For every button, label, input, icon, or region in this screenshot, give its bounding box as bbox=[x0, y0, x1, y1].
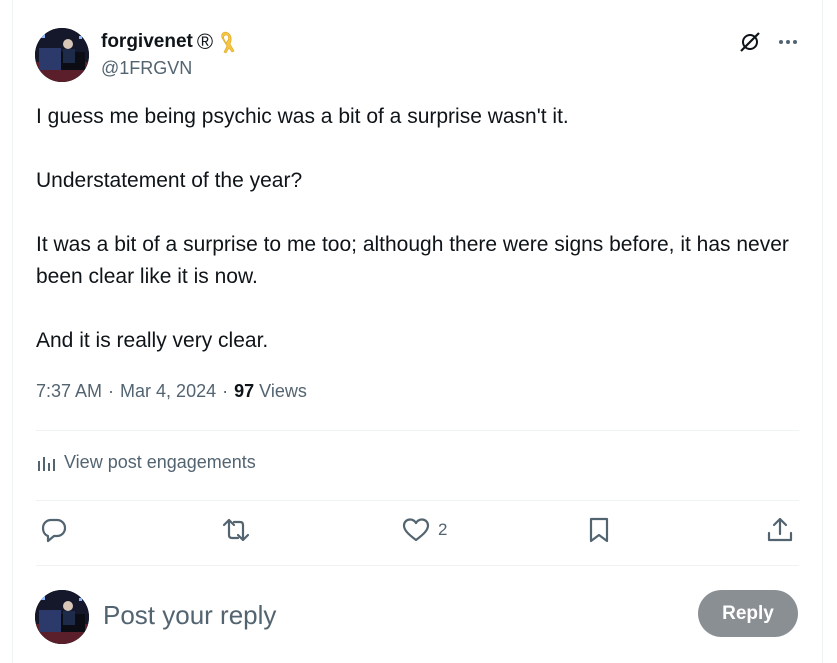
views: 97 Views bbox=[234, 381, 307, 402]
post-time[interactable]: 7:37 AM bbox=[36, 381, 102, 402]
share-icon bbox=[767, 517, 793, 542]
post-paragraph: Understatement of the year? bbox=[36, 169, 303, 192]
view-engagements-label: View post engagements bbox=[64, 452, 256, 472]
reply-input[interactable]: Post your reply bbox=[103, 597, 673, 633]
like-button[interactable]: 2 bbox=[402, 516, 447, 544]
reply-submit-button[interactable]: Reply bbox=[698, 590, 798, 637]
post-header-actions bbox=[738, 30, 800, 54]
reply-icon bbox=[41, 518, 67, 543]
separator-dot: · bbox=[222, 381, 229, 401]
author-name-row: forgivenet ® bbox=[101, 29, 235, 55]
ribbon-icon bbox=[217, 30, 235, 54]
post-metadata: 7:37 AM · Mar 4, 2024 · 97 Views bbox=[36, 381, 307, 402]
author-display-name[interactable]: forgivenet bbox=[101, 31, 193, 53]
divider bbox=[36, 430, 799, 431]
view-engagements-link[interactable]: View post engagements bbox=[36, 452, 256, 473]
share-button[interactable] bbox=[766, 516, 794, 544]
post-date[interactable]: Mar 4, 2024 bbox=[120, 381, 216, 402]
repost-icon bbox=[222, 518, 250, 542]
author-handle[interactable]: @1FRGVN bbox=[101, 58, 192, 79]
post-paragraph: I guess me being psychic was a bit of a … bbox=[36, 105, 569, 128]
divider bbox=[36, 500, 799, 501]
avatar-image bbox=[35, 590, 89, 644]
bookmark-button[interactable] bbox=[585, 516, 613, 544]
post-actions-bar: 2 bbox=[36, 512, 799, 556]
like-icon bbox=[402, 518, 430, 542]
analytics-icon bbox=[38, 456, 55, 471]
post-text: I guess me being psychic was a bit of a … bbox=[36, 101, 796, 357]
reply-button[interactable] bbox=[40, 516, 68, 544]
more-icon[interactable] bbox=[776, 30, 800, 54]
post-paragraph: It was a bit of a surprise to me too; al… bbox=[36, 233, 789, 288]
repost-button[interactable] bbox=[222, 516, 250, 544]
avatar-image bbox=[35, 28, 89, 82]
like-count: 2 bbox=[438, 520, 448, 539]
views-count: 97 bbox=[234, 381, 255, 401]
registered-mark: ® bbox=[196, 29, 214, 54]
grok-icon[interactable] bbox=[738, 30, 762, 54]
reply-avatar[interactable] bbox=[35, 590, 89, 644]
divider bbox=[36, 565, 799, 566]
author-avatar[interactable] bbox=[35, 28, 89, 82]
separator-dot: · bbox=[108, 381, 115, 401]
bookmark-icon bbox=[589, 517, 609, 543]
views-label: Views bbox=[259, 381, 307, 401]
post-paragraph: And it is really very clear. bbox=[36, 329, 269, 352]
